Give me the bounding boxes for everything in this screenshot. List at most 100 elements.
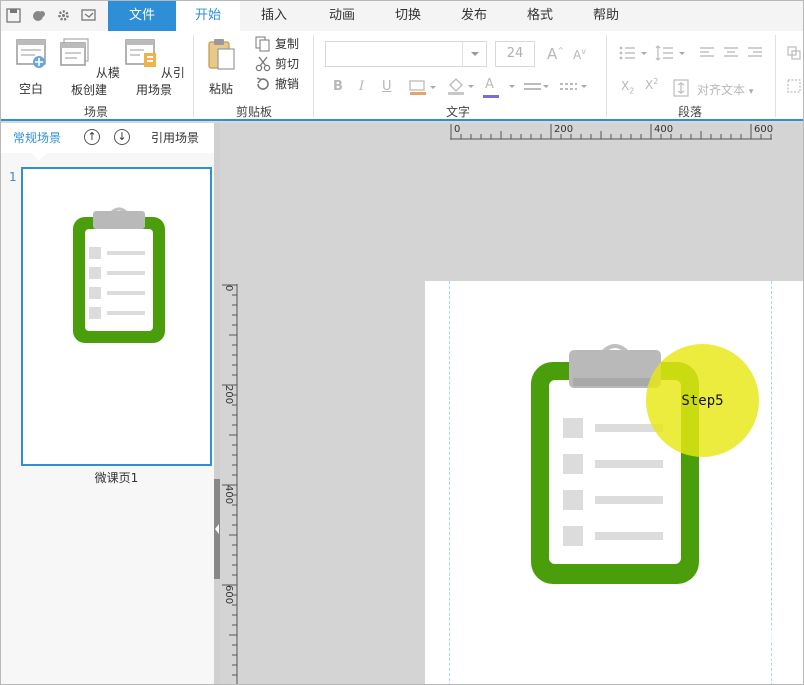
reference-scene-button[interactable]: 从引用场景 bbox=[121, 37, 187, 98]
bold-button[interactable]: B bbox=[333, 79, 343, 94]
tab-publish[interactable]: 发布 bbox=[445, 1, 503, 31]
align-right-icon[interactable] bbox=[747, 46, 763, 60]
undo-label: 撤销 bbox=[275, 77, 300, 91]
ribbon-separator bbox=[606, 35, 607, 117]
ribbon-separator bbox=[193, 35, 194, 117]
undo-icon bbox=[256, 77, 269, 90]
tab-regular-scenes[interactable]: 常规场景 bbox=[13, 129, 61, 146]
align-text-label: 对齐文本 bbox=[697, 83, 746, 97]
tab-reference-scenes[interactable]: 引用场景 bbox=[151, 129, 199, 146]
ribbon-separator bbox=[313, 35, 314, 117]
vertical-ruler-ticks bbox=[222, 284, 237, 676]
font-color-button[interactable]: A bbox=[483, 77, 499, 98]
chevron-down-icon: ▾ bbox=[748, 87, 754, 97]
tab-file[interactable]: 文件 bbox=[108, 1, 176, 31]
tab-insert[interactable]: 插入 bbox=[245, 1, 303, 31]
guide-line bbox=[449, 281, 450, 684]
copy-icon bbox=[255, 36, 270, 52]
italic-button[interactable]: I bbox=[359, 79, 364, 94]
arrange-icon[interactable] bbox=[787, 46, 801, 60]
font-color-swatch bbox=[483, 95, 499, 98]
page-number: 1 bbox=[9, 170, 17, 184]
bullet-list-icon[interactable] bbox=[619, 45, 649, 61]
paste-label: 粘贴 bbox=[208, 82, 233, 96]
grow-font-button[interactable]: A^ bbox=[547, 45, 564, 63]
step-label: Step5 bbox=[681, 393, 724, 409]
watermark-url: jingyan.baidu.com bbox=[682, 654, 793, 668]
clipboard-icon bbox=[73, 207, 165, 343]
template-scene-button[interactable]: 从模板创建 bbox=[57, 37, 121, 98]
cut-label: 剪切 bbox=[275, 57, 300, 71]
copy-button[interactable]: 复制 bbox=[255, 35, 299, 53]
font-family-select[interactable] bbox=[325, 41, 487, 67]
active-tab-pointer bbox=[31, 153, 47, 161]
tab-animation[interactable]: 动画 bbox=[313, 1, 371, 31]
paste-button[interactable]: 粘贴 bbox=[201, 37, 241, 97]
paste-icon bbox=[208, 39, 235, 70]
save-icon[interactable] bbox=[6, 8, 21, 23]
move-up-button[interactable]: ↑ bbox=[84, 129, 100, 145]
reference-scene-icon bbox=[125, 39, 157, 67]
ribbon-panel: 空白 从模板创建 从引用场景 场景 粘贴 复制 剪切 撤销 剪贴板 24 A^ … bbox=[1, 31, 803, 121]
copy-label: 复制 bbox=[275, 37, 300, 51]
cloud-icon[interactable] bbox=[31, 8, 46, 23]
underline-button[interactable]: U bbox=[382, 79, 392, 94]
text-group-label: 文字 bbox=[445, 105, 470, 119]
v-ruler-label: 0 bbox=[223, 285, 234, 292]
page-label: 微课页1 bbox=[94, 471, 139, 485]
watermark-main: Baidu经验 bbox=[644, 618, 793, 653]
chevron-down-icon bbox=[471, 52, 479, 56]
tab-help[interactable]: 帮助 bbox=[577, 1, 635, 31]
scene-group-label: 场景 bbox=[83, 105, 108, 119]
scissors-icon bbox=[255, 56, 271, 72]
fill-bucket-icon[interactable] bbox=[447, 77, 475, 97]
template-icon bbox=[60, 38, 89, 66]
font-size-input[interactable]: 24 bbox=[495, 41, 535, 67]
cut-button[interactable]: 剪切 bbox=[255, 55, 299, 73]
tab-transition[interactable]: 切换 bbox=[379, 1, 437, 31]
horizontal-ruler bbox=[450, 124, 772, 140]
dash-style-icon[interactable] bbox=[559, 79, 589, 95]
blank-scene-label: 空白 bbox=[18, 82, 43, 96]
line-style-icon[interactable] bbox=[523, 79, 549, 95]
undo-button[interactable]: 撤销 bbox=[255, 75, 299, 93]
v-ruler-label: 600 bbox=[223, 585, 234, 605]
clipboard-group-label: 剪贴板 bbox=[235, 105, 272, 119]
line-spacing-icon[interactable] bbox=[655, 45, 687, 61]
font-dropdown-arrow[interactable] bbox=[462, 42, 486, 66]
h-ruler-label: 600 bbox=[754, 124, 774, 135]
h-ruler-label: 200 bbox=[554, 124, 574, 135]
subscript-button[interactable]: X2 bbox=[621, 79, 634, 95]
preview-icon[interactable] bbox=[81, 8, 96, 23]
shrink-font-button[interactable]: Av bbox=[573, 47, 586, 62]
paragraph-group-label: 段落 bbox=[677, 105, 702, 119]
shrink-font-label: A bbox=[573, 48, 582, 62]
h-ruler-label: 400 bbox=[654, 124, 674, 135]
settings-icon[interactable] bbox=[56, 8, 71, 23]
tab-home[interactable]: 开始 bbox=[176, 1, 240, 31]
tab-format[interactable]: 格式 bbox=[511, 1, 569, 31]
page-thumbnail[interactable] bbox=[21, 167, 212, 466]
app-window: 文件 开始 插入 动画 切换 发布 格式 帮助 空白 从模板创建 从引用场景 场… bbox=[0, 0, 804, 685]
baidu-watermark: Baidu经验 jingyan.baidu.com bbox=[645, 610, 793, 668]
horizontal-ruler-ticks bbox=[450, 124, 772, 139]
grow-font-label: A bbox=[547, 45, 558, 63]
ribbon-separator bbox=[775, 35, 776, 117]
ribbon-tab-bar: 文件 开始 插入 动画 切换 发布 格式 帮助 bbox=[1, 1, 803, 31]
blank-scene-icon bbox=[16, 39, 46, 68]
superscript-button[interactable]: X2 bbox=[645, 77, 658, 92]
font-color-label: A bbox=[485, 77, 494, 92]
move-down-button[interactable]: ↓ bbox=[114, 129, 130, 145]
align-center-icon[interactable] bbox=[723, 46, 739, 60]
align-text-button[interactable]: 对齐文本 ▾ bbox=[697, 81, 753, 98]
highlight-color-icon[interactable] bbox=[409, 79, 437, 97]
v-ruler-label: 400 bbox=[223, 485, 234, 505]
vertical-align-icon[interactable] bbox=[673, 79, 689, 97]
v-ruler-label: 200 bbox=[223, 385, 234, 405]
h-ruler-label: 0 bbox=[454, 124, 461, 135]
align-left-icon[interactable] bbox=[699, 46, 715, 60]
scene-panel: 常规场景 ↑ ↓ 引用场景 1 微课页1 bbox=[1, 123, 214, 684]
blank-scene-button[interactable]: 空白 bbox=[9, 37, 53, 97]
group-icon[interactable] bbox=[787, 79, 801, 93]
chevron-down-icon[interactable] bbox=[507, 83, 517, 91]
